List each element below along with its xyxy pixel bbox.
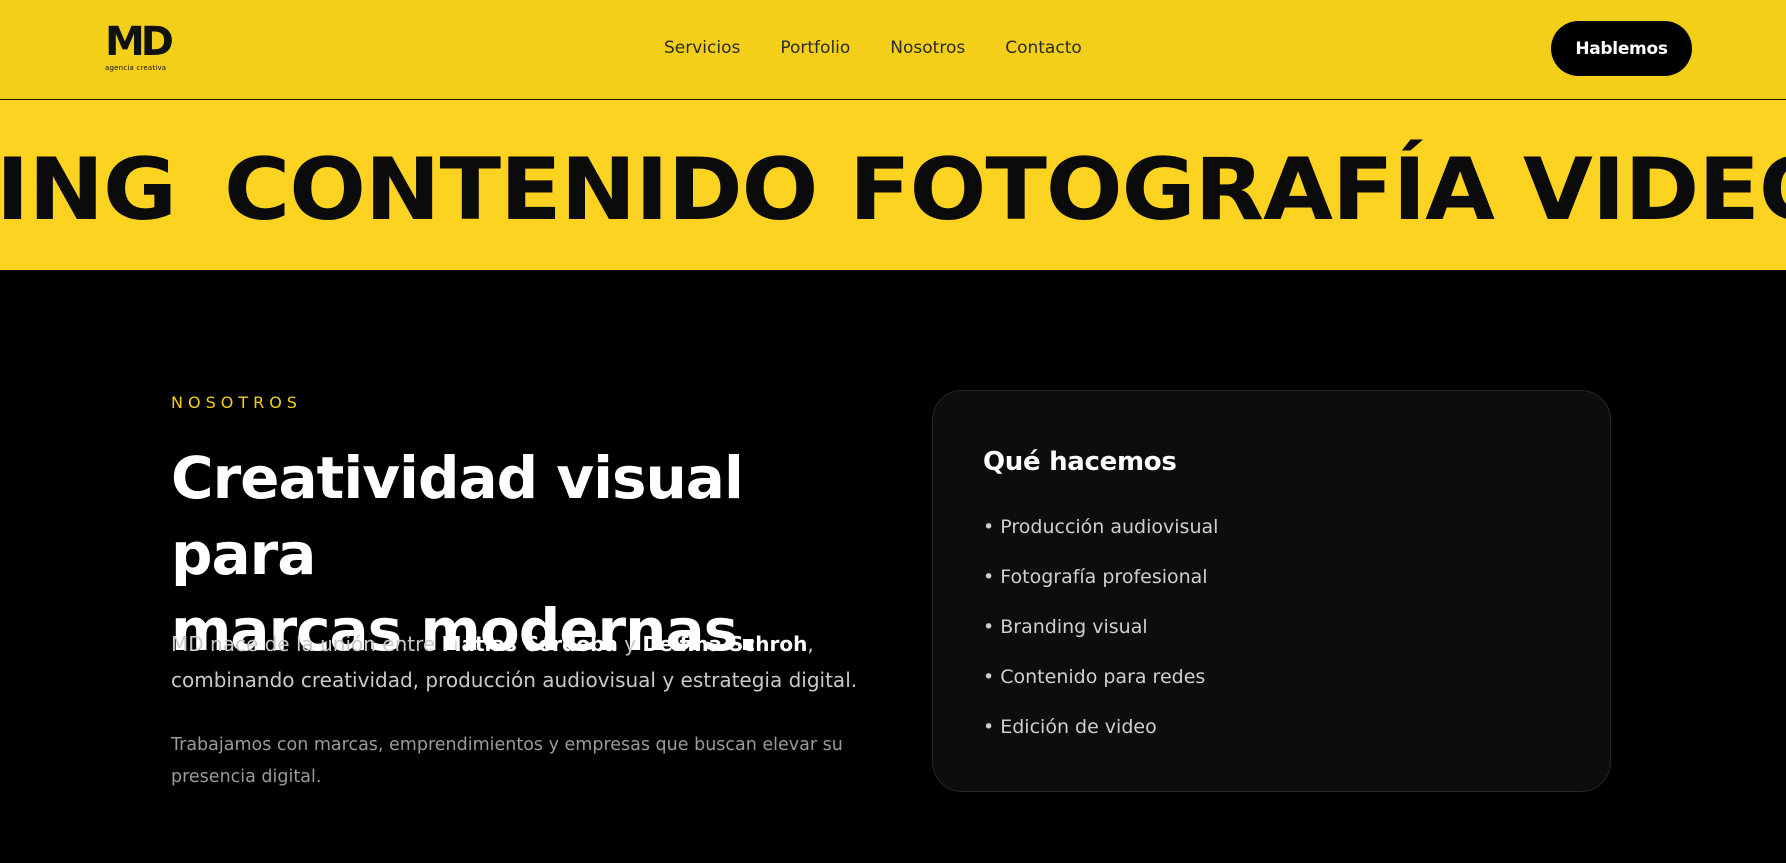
service-item: • Producción audiovisual <box>983 516 1219 538</box>
logo-mark: MD <box>105 19 174 65</box>
marquee-word: VIDEO <box>1523 140 1786 240</box>
logo-tagline: agencia creativa <box>105 64 167 72</box>
service-item: • Fotografía profesional <box>983 566 1208 588</box>
about-secondary-text: Trabajamos con marcas, emprendimientos y… <box>171 735 843 787</box>
services-card: Qué hacemos • Producción audiovisual • F… <box>932 390 1611 792</box>
services-list: • Producción audiovisual • Fotografía pr… <box>983 515 1218 765</box>
site-header: MD agencia creativa Servicios Portfolio … <box>0 0 1786 100</box>
nav-link-contacto[interactable]: Contacto <box>1005 38 1082 58</box>
brand-logo[interactable]: MD agencia creativa <box>105 22 175 74</box>
nav-link-servicios[interactable]: Servicios <box>664 38 740 58</box>
nav-link-nosotros[interactable]: Nosotros <box>890 38 965 58</box>
founder-name-2: Delfina Schroh <box>642 632 808 656</box>
marquee-word: CONTENIDO <box>223 140 818 240</box>
about-intro: MD nace de la unión entre Matías Córdoba… <box>171 626 891 698</box>
intro-connector: y <box>617 632 643 656</box>
intro-prefix: MD nace de la unión entre <box>171 632 442 656</box>
service-item: • Edición de video <box>983 716 1157 738</box>
headline-line-1: Creatividad visual para <box>171 444 744 588</box>
main-nav: Servicios Portfolio Nosotros Contacto <box>664 38 1082 58</box>
marquee-word: FOTOGRAFÍA <box>849 140 1495 240</box>
founder-name-1: Matías Córdoba <box>441 632 618 656</box>
marquee-word: DING <box>0 140 177 240</box>
section-eyebrow: NOSOTROS <box>171 393 302 412</box>
marquee-track: DING CONTENIDO FOTOGRAFÍA VIDEO D <box>0 140 1786 240</box>
services-card-title: Qué hacemos <box>983 447 1177 477</box>
service-item: • Branding visual <box>983 616 1148 638</box>
hablemos-button[interactable]: Hablemos <box>1551 21 1692 76</box>
nav-link-portfolio[interactable]: Portfolio <box>780 38 850 58</box>
services-marquee: DING CONTENIDO FOTOGRAFÍA VIDEO D <box>0 100 1786 270</box>
service-item: • Contenido para redes <box>983 666 1206 688</box>
